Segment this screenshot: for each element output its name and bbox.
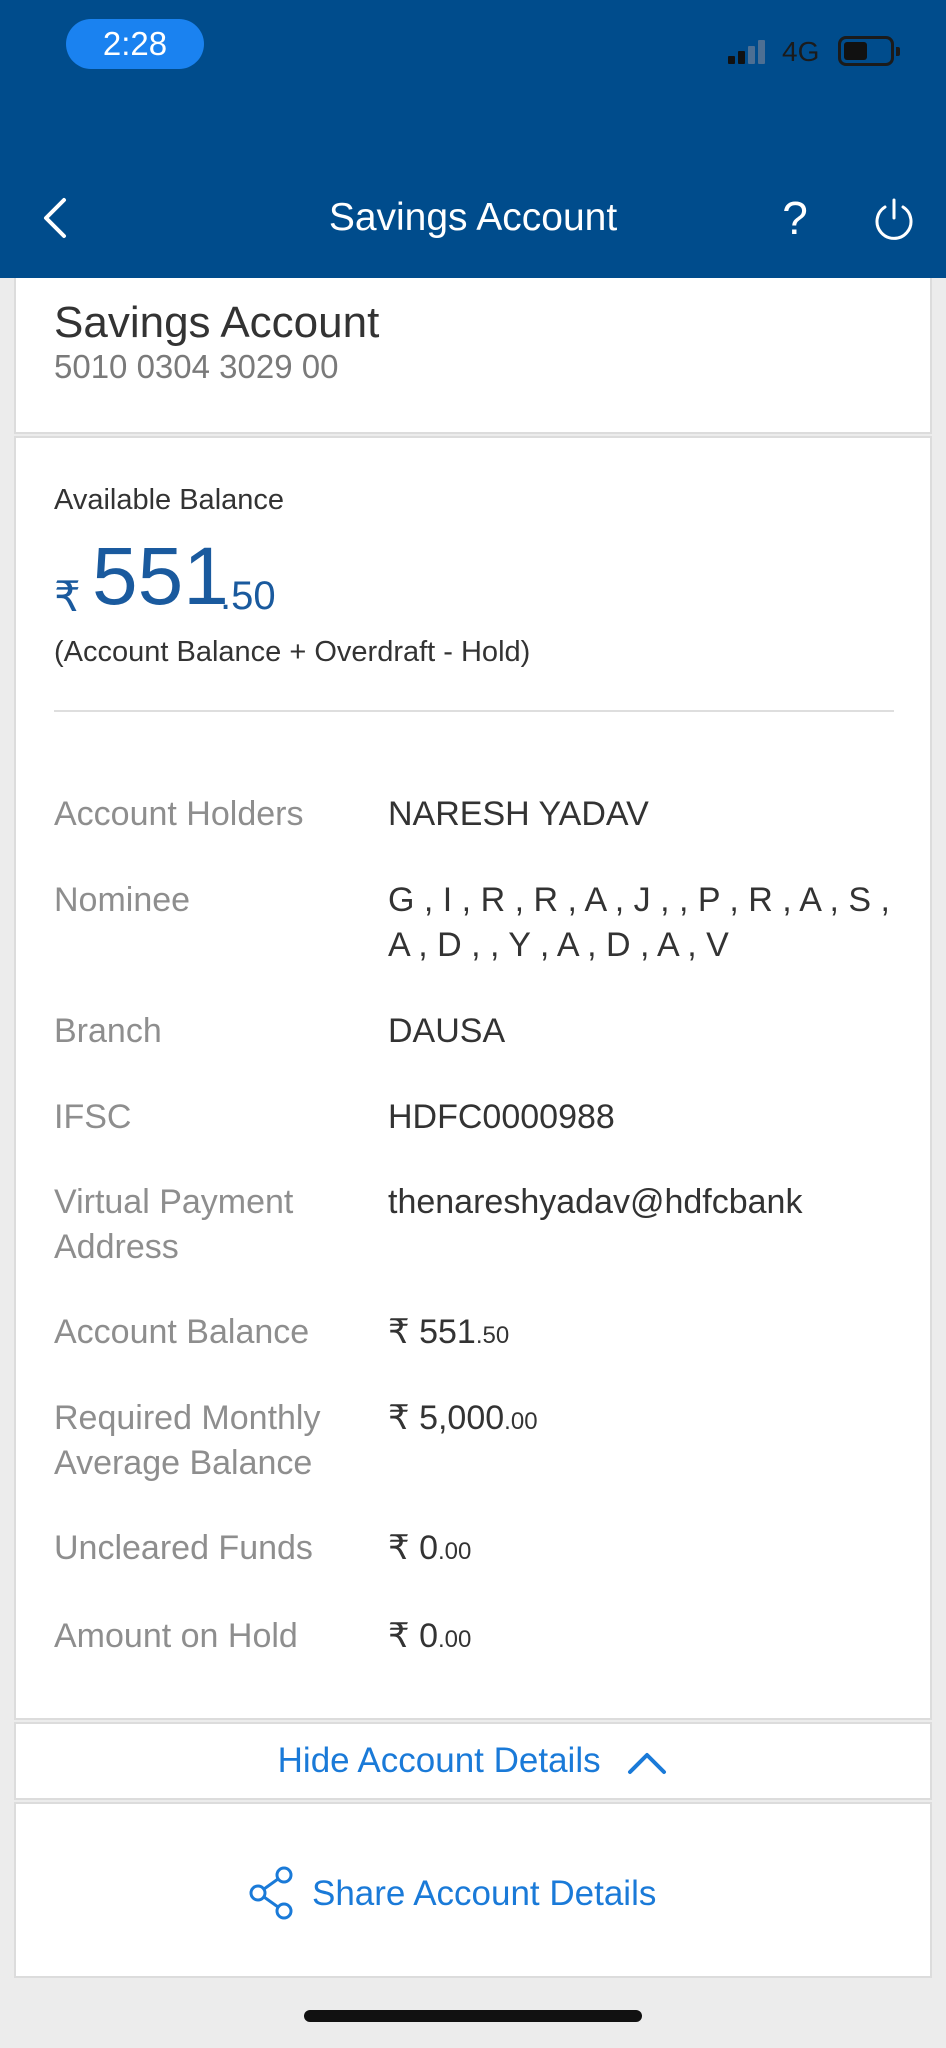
signal-strength-icon (728, 40, 770, 64)
account-header-card: Savings Account 5010 0304 3029 00 (14, 278, 932, 434)
detail-label-ifsc: IFSC (54, 1098, 132, 1136)
status-time: 2:28 (66, 19, 204, 69)
amount-decimal: .00 (438, 1626, 472, 1653)
logout-button[interactable] (870, 196, 918, 244)
detail-value-required-mab: ₹ 5,000.00 (388, 1396, 908, 1444)
detail-label-branch: Branch (54, 1012, 162, 1050)
detail-label-amount-on-hold: Amount on Hold (54, 1617, 298, 1655)
detail-label-account-holders: Account Holders (54, 795, 304, 833)
detail-value-nominee: G , I , R , R , A , J , , P , R , A , S … (388, 881, 890, 964)
amount-main: ₹ 551 (388, 1313, 476, 1351)
detail-value-account-holders: NARESH YADAV (388, 795, 649, 833)
detail-label-vpa: Virtual Payment Address (54, 1183, 294, 1266)
detail-value-uncleared-funds: ₹ 0.00 (388, 1526, 908, 1574)
share-card: Share Account Details (14, 1802, 932, 1978)
account-details-card: Available Balance ₹ 551 .50 (Account Bal… (14, 436, 932, 1720)
app-header: 2:28 4G Savings Account ? (0, 0, 946, 278)
network-type: 4G (782, 36, 820, 67)
battery-icon (838, 36, 900, 66)
hide-details-card: Hide Account Details (14, 1722, 932, 1800)
home-indicator[interactable] (304, 2010, 642, 2022)
detail-label-required-mab: Required Monthly Average Balance (54, 1399, 321, 1482)
detail-label-account-balance: Account Balance (54, 1313, 310, 1351)
account-number: 5010 0304 3029 00 (54, 348, 339, 385)
power-icon (875, 198, 913, 240)
balance-decimal: .50 (220, 574, 276, 618)
available-balance-label: Available Balance (54, 484, 285, 516)
account-name: Savings Account (54, 298, 380, 347)
balance-integer: 551 (92, 531, 229, 622)
help-button[interactable]: ? (770, 188, 820, 248)
rupee-symbol: ₹ (54, 573, 81, 620)
chevron-up-icon (628, 1752, 667, 1774)
amount-main: ₹ 5,000 (388, 1399, 505, 1437)
amount-main: ₹ 0 (388, 1529, 438, 1567)
detail-value-branch: DAUSA (388, 1012, 506, 1050)
balance-formula: (Account Balance + Overdraft - Hold) (54, 636, 531, 668)
hide-account-details-button[interactable]: Hide Account Details (16, 1724, 930, 1798)
amount-decimal: .00 (438, 1538, 472, 1565)
amount-decimal: .50 (475, 1322, 510, 1349)
share-icon (249, 1866, 293, 1920)
amount-main: ₹ 0 (388, 1617, 438, 1655)
divider (54, 710, 894, 712)
question-mark-icon: ? (782, 192, 808, 244)
detail-value-amount-on-hold: ₹ 0.00 (388, 1614, 908, 1662)
share-account-details-label: Share Account Details (312, 1874, 657, 1913)
detail-value-vpa: thenareshyadav@hdfcbank (388, 1183, 803, 1221)
detail-label-nominee: Nominee (54, 881, 191, 919)
hide-account-details-label: Hide Account Details (277, 1741, 601, 1780)
amount-decimal: .00 (504, 1408, 538, 1435)
detail-label-uncleared-funds: Uncleared Funds (54, 1529, 313, 1567)
detail-value-ifsc: HDFC0000988 (388, 1098, 615, 1136)
detail-value-account-balance: ₹ 551.50 (388, 1310, 908, 1358)
